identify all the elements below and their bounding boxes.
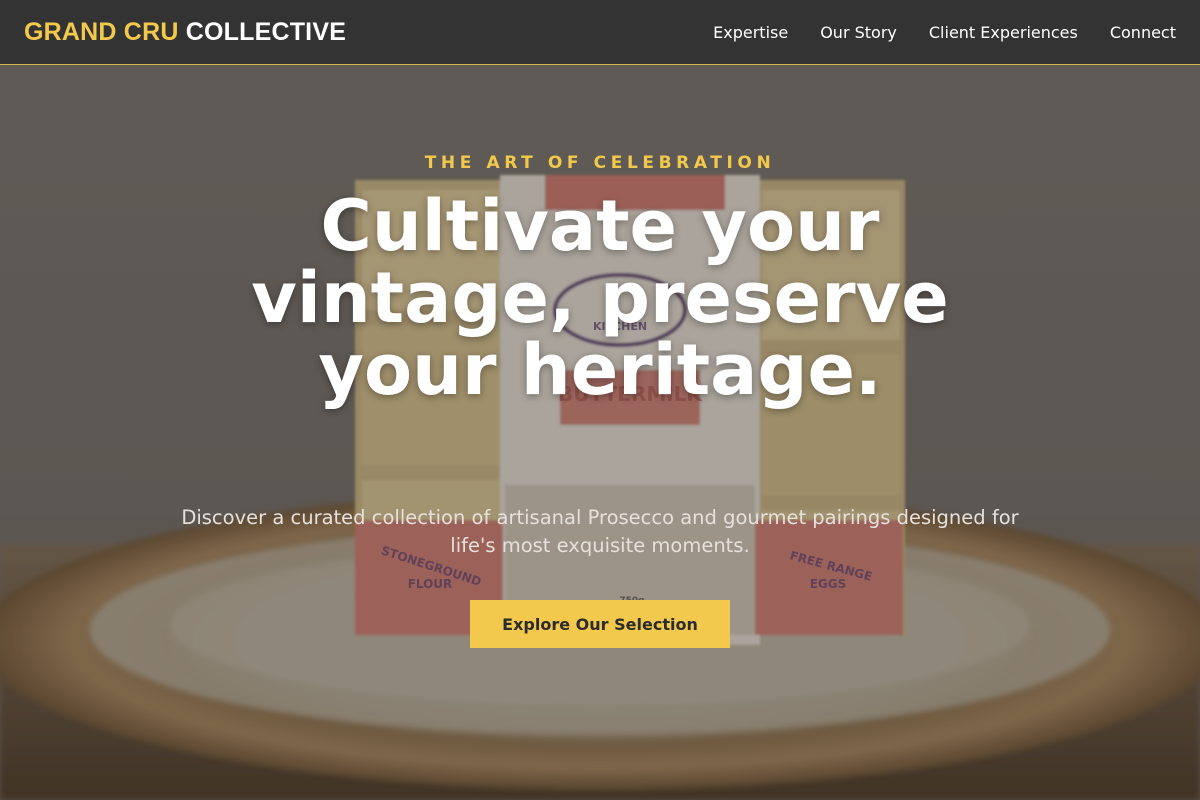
brand-logo[interactable]: GRAND CRU COLLECTIVE (24, 18, 346, 47)
nav-link-client-experiences[interactable]: Client Experiences (929, 23, 1078, 42)
hero-subtitle: Discover a curated collection of artisan… (181, 506, 1019, 557)
hero-eyebrow: THE ART OF CELEBRATION (424, 153, 776, 173)
hero-section: STONEGROUND FLOUR FREE RANGE EGGS KITCHE… (0, 65, 1200, 800)
brand-logo-rest: COLLECTIVE (185, 17, 347, 46)
hero-headline: Cultivate your vintage, preserve your he… (251, 185, 949, 411)
hero-content: THE ART OF CELEBRATION Cultivate your vi… (0, 65, 1200, 800)
nav-link-connect[interactable]: Connect (1110, 23, 1176, 42)
nav-link-our-story[interactable]: Our Story (820, 23, 897, 42)
nav-link-expertise[interactable]: Expertise (713, 23, 788, 42)
brand-logo-accent: GRAND CRU (24, 17, 179, 46)
explore-selection-button[interactable]: Explore Our Selection (470, 600, 730, 648)
site-header: GRAND CRU COLLECTIVE Expertise Our Story… (0, 0, 1200, 65)
main-nav: Expertise Our Story Client Experiences C… (713, 23, 1176, 42)
